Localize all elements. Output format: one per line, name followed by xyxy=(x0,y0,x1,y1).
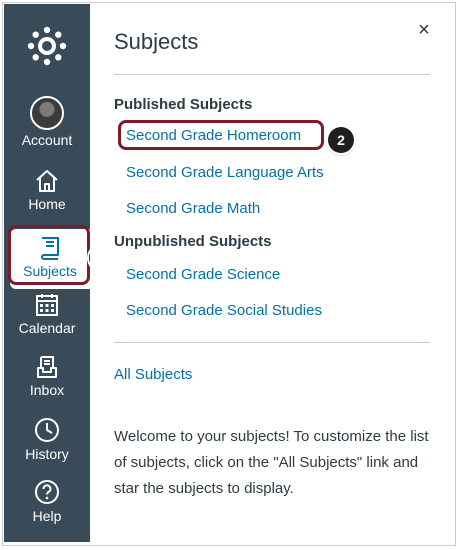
subject-link-language-arts[interactable]: Second Grade Language Arts xyxy=(126,164,324,181)
subject-link-science[interactable]: Second Grade Science xyxy=(126,266,280,283)
close-button[interactable]: × xyxy=(414,20,434,40)
published-heading: Published Subjects xyxy=(114,96,253,113)
callout-2: 2 xyxy=(328,127,354,153)
welcome-text: Welcome to your subjects! To customize t… xyxy=(114,428,429,497)
divider xyxy=(114,342,430,343)
nav-inbox[interactable]: Inbox xyxy=(4,354,90,414)
homeroom-highlight xyxy=(118,120,324,150)
help-icon xyxy=(35,480,59,504)
close-icon: × xyxy=(418,19,430,41)
subjects-highlight xyxy=(8,225,90,285)
nav-account-label: Account xyxy=(21,132,73,148)
all-subjects-link[interactable]: All Subjects xyxy=(114,366,192,383)
divider xyxy=(114,74,430,75)
nav-home[interactable]: Home xyxy=(4,168,90,228)
subject-link-social-studies[interactable]: Second Grade Social Studies xyxy=(126,302,322,319)
canvas-logo-icon[interactable] xyxy=(25,24,69,68)
inbox-icon xyxy=(37,356,57,378)
avatar xyxy=(30,96,64,130)
nav-help-label: Help xyxy=(32,508,62,524)
home-icon xyxy=(36,170,58,192)
nav-history[interactable]: History xyxy=(4,416,90,476)
tray-title: Subjects xyxy=(114,29,199,54)
nav-calendar[interactable]: Calendar xyxy=(4,292,90,352)
subject-link-math[interactable]: Second Grade Math xyxy=(126,200,260,217)
nav-home-label: Home xyxy=(28,196,66,212)
subjects-tray: Subjects × Published Subjects Second Gra… xyxy=(90,4,454,542)
nav-history-label: History xyxy=(25,446,69,462)
nav-help[interactable]: Help xyxy=(4,478,90,538)
nav-inbox-label: Inbox xyxy=(29,382,65,398)
unpublished-heading: Unpublished Subjects xyxy=(114,233,272,250)
nav-calendar-label: Calendar xyxy=(18,320,76,336)
nav-account[interactable]: Account xyxy=(4,96,90,156)
clock-icon xyxy=(35,418,59,442)
calendar-icon xyxy=(36,294,58,316)
